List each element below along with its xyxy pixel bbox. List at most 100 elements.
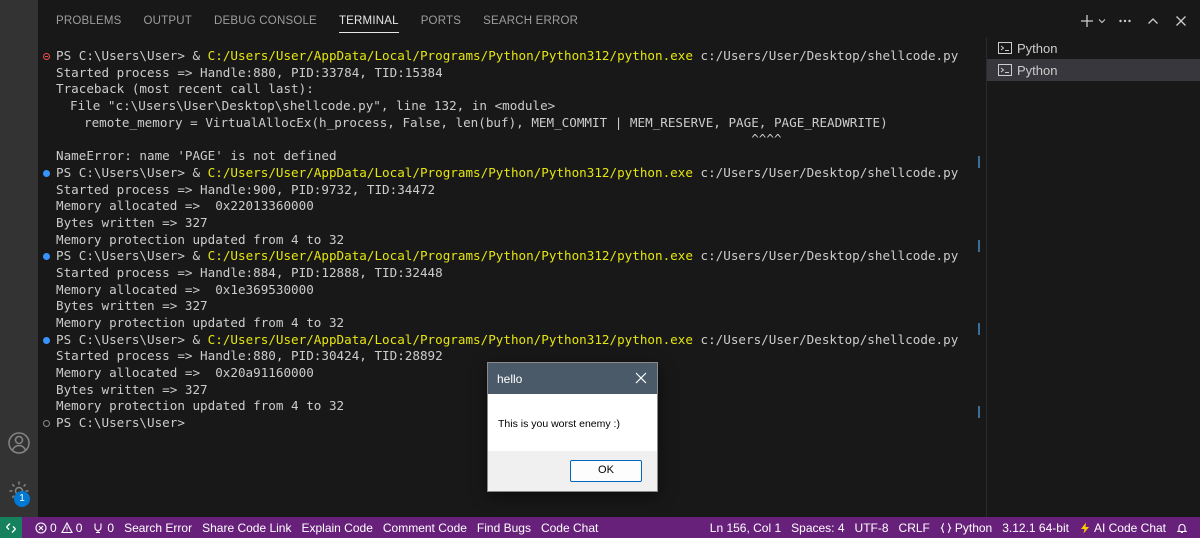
terminal-line: Traceback (most recent call last): [38, 81, 983, 98]
command-success-decoration-icon[interactable] [43, 336, 50, 344]
dialog-message: This is you worst enemy :) [488, 394, 657, 451]
search-error-button[interactable]: Search Error [119, 517, 197, 538]
tab-output[interactable]: OUTPUT [144, 0, 192, 42]
terminal-line: Bytes written => 327 [38, 298, 983, 315]
terminal-item-python-2[interactable]: Python [987, 59, 1200, 81]
prompt-text: PS C:\Users\User> & [56, 331, 208, 347]
terminal-line: PS C:\Users\User> & C:/Users/User/AppDat… [38, 332, 983, 349]
chevron-down-icon[interactable] [1098, 17, 1106, 25]
command-pending-decoration-icon[interactable] [43, 420, 50, 428]
code-chat-button[interactable]: Code Chat [536, 517, 603, 538]
terminal-line: remote_memory = VirtualAllocEx(h_process… [38, 115, 983, 132]
command-argument: c:/Users/User/Desktop/shellcode.py [692, 48, 959, 63]
terminal-icon [998, 42, 1012, 54]
share-code-link-button[interactable]: Share Code Link [197, 517, 296, 538]
tab-search-error[interactable]: SEARCH ERROR [483, 0, 578, 42]
output-text: Bytes written => 327 [56, 381, 208, 397]
terminal-line: Bytes written => 327 [38, 215, 983, 232]
ai-code-chat-label: AI Code Chat [1093, 520, 1166, 535]
remote-icon [6, 522, 16, 533]
activity-bar: 1 [0, 0, 38, 517]
tab-problems[interactable]: PROBLEMS [56, 0, 122, 42]
terminal-line: Memory protection updated from 4 to 32 [38, 315, 983, 332]
language-label: Python [954, 520, 993, 535]
output-text: Memory protection updated from 4 to 32 [56, 398, 345, 414]
output-text: Memory protection updated from 4 to 32 [56, 231, 345, 247]
prompt-text: PS C:\Users\User> & [56, 248, 208, 264]
find-bugs-button[interactable]: Find Bugs [472, 517, 536, 538]
command-path: C:/Users/User/AppData/Local/Programs/Pyt… [207, 248, 693, 264]
command-error-decoration-icon[interactable] [43, 53, 50, 60]
terminal-line: NameError: name 'PAGE' is not defined [38, 148, 983, 165]
terminal-line: Started process => Handle:884, PID:12888… [38, 265, 983, 282]
command-argument: c:/Users/User/Desktop/shellcode.py [692, 164, 959, 180]
output-text: Memory allocated => 0x1e369530000 [56, 281, 314, 297]
error-count: 0 [50, 520, 57, 535]
error-icon [35, 521, 47, 534]
more-actions-icon[interactable] [1118, 14, 1134, 28]
indentation[interactable]: Spaces: 4 [786, 517, 849, 538]
close-panel-icon[interactable] [1174, 14, 1190, 28]
accounts-icon[interactable] [0, 425, 38, 461]
terminal-line: Started process => Handle:900, PID:9732,… [38, 182, 983, 199]
terminal-line: PS C:\Users\User> & C:/Users/User/AppDat… [38, 165, 983, 182]
cursor-position[interactable]: Ln 156, Col 1 [705, 517, 786, 538]
dialog-title: hello [497, 371, 523, 386]
lightning-icon [1080, 522, 1089, 533]
language-mode[interactable]: Python [935, 517, 997, 538]
terminal-line: Memory allocated => 0x22013360000 [38, 198, 983, 215]
output-text: Bytes written => 327 [56, 298, 208, 314]
end-of-line[interactable]: CRLF [894, 517, 935, 538]
panel-tabs: PROBLEMS OUTPUT DEBUG CONSOLE TERMINAL P… [38, 0, 1200, 42]
comment-code-button[interactable]: Comment Code [378, 517, 472, 538]
ports-status[interactable]: 0 [87, 517, 119, 538]
dialog-titlebar: hello [488, 363, 657, 394]
output-text: remote_memory = VirtualAllocEx(h_process… [84, 114, 888, 130]
warning-icon [60, 521, 73, 533]
terminal-line: Started process => Handle:880, PID:33784… [38, 65, 983, 82]
output-text: Started process => Handle:884, PID:12888… [56, 264, 443, 280]
ok-button[interactable]: OK [570, 460, 642, 482]
terminal-line: Memory allocated => 0x1e369530000 [38, 282, 983, 299]
explain-code-button[interactable]: Explain Code [296, 517, 377, 538]
command-path: C:/Users/User/AppData/Local/Programs/Pyt… [207, 164, 693, 180]
output-text: PS C:\Users\User> [56, 415, 185, 431]
output-text: NameError: name 'PAGE' is not defined [56, 148, 337, 164]
dialog-footer: OK [488, 451, 657, 491]
output-text: Traceback (most recent call last): [56, 81, 314, 97]
terminal-line: Memory protection updated from 4 to 32 [38, 232, 983, 249]
encoding[interactable]: UTF-8 [850, 517, 894, 538]
command-success-decoration-icon[interactable] [43, 169, 50, 177]
tab-terminal[interactable]: TERMINAL [338, 0, 399, 42]
warning-count: 0 [75, 520, 83, 535]
output-text: Bytes written => 327 [56, 214, 208, 230]
output-text: Started process => Handle:900, PID:9732,… [56, 181, 436, 197]
scroll-marker [978, 406, 980, 418]
tab-debug-console[interactable]: DEBUG CONSOLE [214, 0, 317, 42]
scroll-marker [978, 323, 980, 335]
new-terminal-plus-icon[interactable] [1080, 14, 1096, 28]
braces-icon [940, 522, 952, 533]
command-success-decoration-icon[interactable] [43, 253, 50, 261]
output-text: Memory allocated => 0x20a91160000 [56, 365, 314, 381]
terminal-icon [998, 64, 1012, 76]
output-text: ^^^^ [84, 131, 782, 147]
python-interpreter[interactable]: 3.12.1 64-bit [997, 517, 1074, 538]
notifications-bell-icon[interactable] [1171, 517, 1196, 538]
output-text: Memory protection updated from 4 to 32 [56, 315, 345, 330]
terminal-line: PS C:\Users\User> & C:/Users/User/AppDat… [38, 48, 983, 65]
tab-ports[interactable]: PORTS [421, 0, 461, 42]
ports-icon [94, 523, 102, 533]
close-icon[interactable] [633, 370, 649, 386]
terminal-item-python-1[interactable]: Python [987, 37, 1200, 59]
ai-code-chat-button[interactable]: AI Code Chat [1074, 517, 1171, 538]
ports-count: 0 [107, 520, 115, 535]
prompt-text: PS C:\Users\User> & [56, 164, 208, 180]
terminal-line: ^^^^ [38, 131, 983, 148]
problems-status[interactable]: 0 0 [30, 517, 87, 538]
maximize-panel-chevron-up-icon[interactable] [1146, 14, 1162, 28]
terminal-item-label: Python [1017, 40, 1058, 56]
scroll-marker [978, 240, 980, 252]
remote-indicator[interactable] [0, 517, 22, 538]
command-path: C:/Users/User/AppData/Local/Programs/Pyt… [207, 331, 693, 347]
